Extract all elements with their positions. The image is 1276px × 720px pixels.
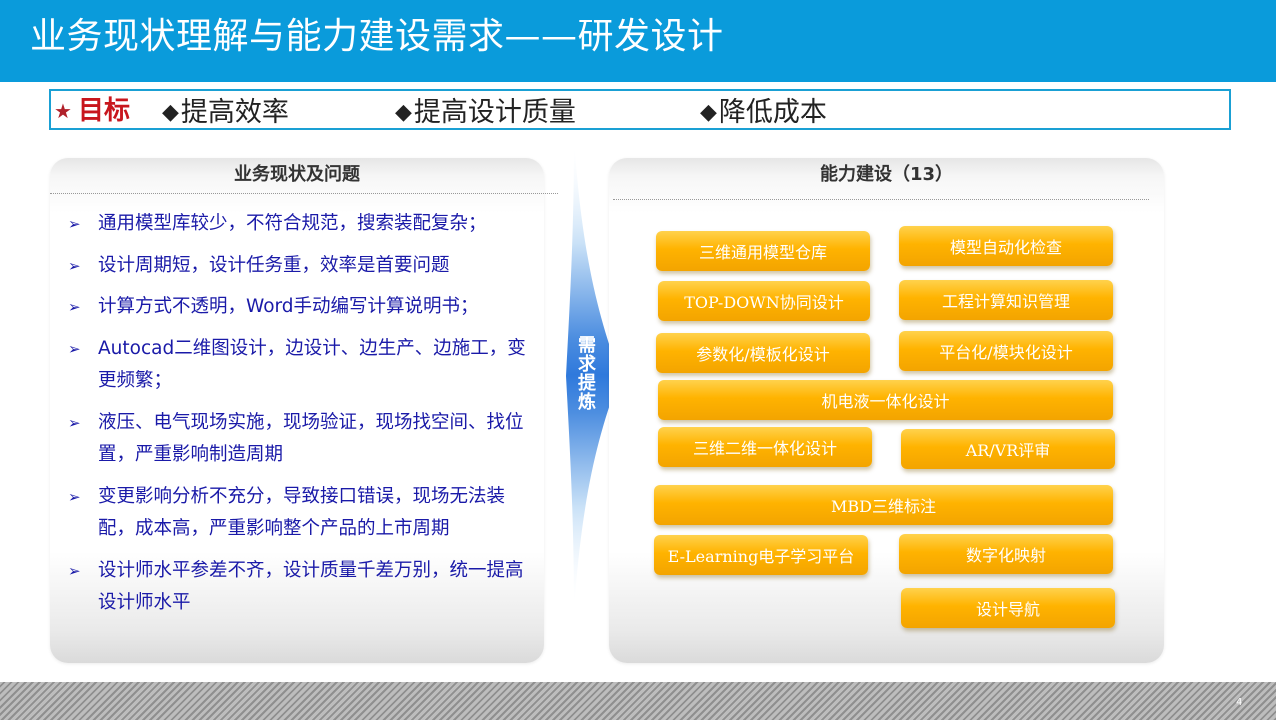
capability-item: 工程计算知识管理 [899, 280, 1113, 320]
status-issues-title: 业务现状及问题 [234, 164, 360, 185]
arrow-bullet-icon: ➢ [68, 339, 81, 358]
list-item-text: 变更影响分析不充分，导致接口错误，现场无法装配，成本高，严重影响整个产品的上市周… [98, 485, 506, 540]
list-item-text: 液压、电气现场实施，现场验证，现场找空间、找位置，严重影响制造周期 [98, 411, 524, 466]
goal-item-label: 降低成本 [718, 97, 827, 128]
capability-item: 数字化映射 [899, 534, 1113, 574]
capability-item: 参数化/模板化设计 [656, 333, 870, 373]
list-item-text: Autocad二维图设计，边设计、边生产、边施工，变更频繁； [98, 337, 526, 392]
issue-list: ➢ 通用模型库较少，不符合规范，搜索装配复杂； ➢ 设计周期短，设计任务重，效率是首… [68, 208, 530, 620]
capability-item: 三维二维一体化设计 [658, 427, 872, 467]
capability-label: 三维二维一体化设计 [692, 439, 837, 458]
header-bar: 业务现状理解与能力建设需求——研发设计 [0, 0, 1276, 82]
capability-item: 三维通用模型仓库 [656, 231, 870, 271]
arrow-bullet-icon: ➢ [68, 215, 81, 233]
demand-refinement-label: 需求提炼 [578, 335, 596, 413]
arrow-bullet-icon: ➢ [68, 487, 81, 506]
diamond-bullet-icon: ◆ [395, 100, 412, 125]
list-item: ➢ 变更影响分析不充分，导致接口错误，现场无法装配，成本高，严重影响整个产品的上市… [68, 481, 530, 546]
arrow-bullet-icon: ➢ [68, 561, 81, 580]
capability-label: 三维通用模型仓库 [698, 243, 827, 262]
capability-label: 设计导航 [975, 600, 1040, 619]
arrow-bullet-icon: ➢ [68, 256, 81, 275]
goal-item-cost: ◆降低成本 [700, 96, 827, 130]
capability-label: 机电液一体化设计 [821, 392, 950, 411]
goal-item-label: 提高设计质量 [413, 97, 576, 128]
capability-item: AR/VR评审 [901, 429, 1115, 469]
arrow-bullet-icon: ➢ [68, 413, 81, 432]
capability-label: 工程计算知识管理 [941, 292, 1070, 311]
footer-bar [0, 682, 1276, 720]
goal-item-quality: ◆提高设计质量 [395, 96, 576, 130]
capability-label: 参数化/模板化设计 [696, 345, 830, 364]
list-item-text: 设计周期短，设计任务重，效率是首要问题 [98, 254, 450, 276]
capability-item: 机电液一体化设计 [658, 380, 1113, 420]
page-title: 业务现状理解与能力建设需求——研发设计 [30, 16, 724, 57]
star-icon: ★ [54, 99, 72, 123]
capability-item: TOP-DOWN协同设计 [658, 281, 870, 321]
list-item: ➢ 液压、电气现场实施，现场验证，现场找空间、找位置，严重影响制造周期 [68, 407, 530, 472]
capability-item: 模型自动化检查 [899, 226, 1113, 266]
divider [613, 199, 1149, 200]
goal-item-label: 提高效率 [180, 97, 289, 128]
goal-item-efficiency: ◆提高效率 [162, 96, 289, 130]
diamond-bullet-icon: ◆ [700, 100, 717, 125]
divider [50, 193, 558, 194]
capability-label: 模型自动化检查 [949, 238, 1062, 257]
list-item: ➢ 计算方式不透明，Word手动编写计算说明书； [68, 291, 530, 324]
capability-label: 平台化/模块化设计 [939, 343, 1073, 362]
list-item: ➢ 设计周期短，设计任务重，效率是首要问题 [68, 250, 530, 283]
list-item-text: 设计师水平参差不齐，设计质量千差万别，统一提高设计师水平 [98, 559, 524, 614]
diamond-bullet-icon: ◆ [162, 100, 179, 125]
capability-label: E-Learning电子学习平台 [667, 547, 855, 566]
page-number: 4 [1236, 697, 1243, 708]
capability-item: 平台化/模块化设计 [899, 331, 1113, 371]
list-item: ➢ Autocad二维图设计，边设计、边生产、边施工，变更频繁； [68, 333, 530, 398]
list-item: ➢ 设计师水平参差不齐，设计质量千差万别，统一提高设计师水平 [68, 555, 530, 620]
list-item-text: 通用模型库较少，不符合规范，搜索装配复杂； [98, 213, 487, 234]
capability-label: AR/VR评审 [965, 441, 1051, 460]
list-item: ➢ 通用模型库较少，不符合规范，搜索装配复杂； [68, 208, 530, 241]
capability-item: 设计导航 [901, 588, 1115, 628]
capability-label: TOP-DOWN协同设计 [684, 293, 844, 312]
capability-label: MBD三维标注 [831, 497, 936, 516]
capability-item: E-Learning电子学习平台 [654, 535, 868, 575]
list-item-text: 计算方式不透明，Word手动编写计算说明书； [98, 296, 479, 317]
capability-label: 数字化映射 [965, 546, 1046, 565]
capability-title: 能力建设（13） [819, 164, 954, 185]
arrow-bullet-icon: ➢ [68, 298, 81, 316]
capability-item: MBD三维标注 [654, 485, 1113, 525]
goals-label: 目标 [78, 96, 131, 126]
